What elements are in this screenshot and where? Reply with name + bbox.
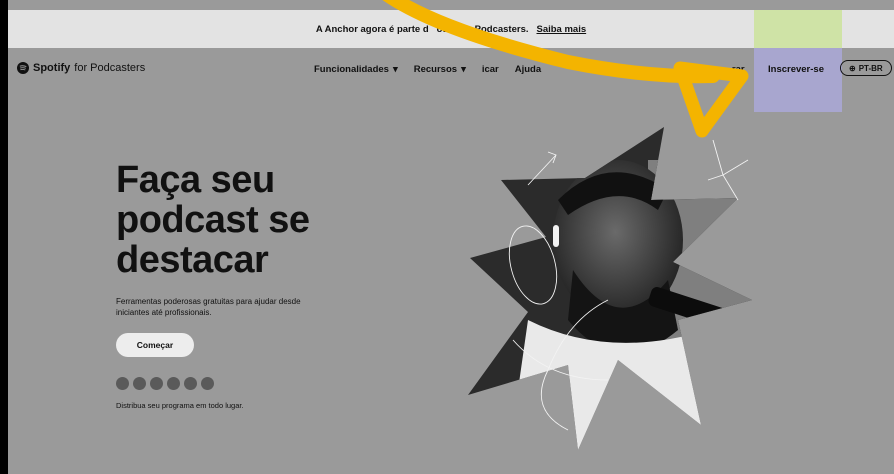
podcaster-photo xyxy=(468,127,752,450)
hero-illustration xyxy=(468,127,752,450)
page-frame: A Anchor agora é parte d otify for Podca… xyxy=(8,0,894,474)
